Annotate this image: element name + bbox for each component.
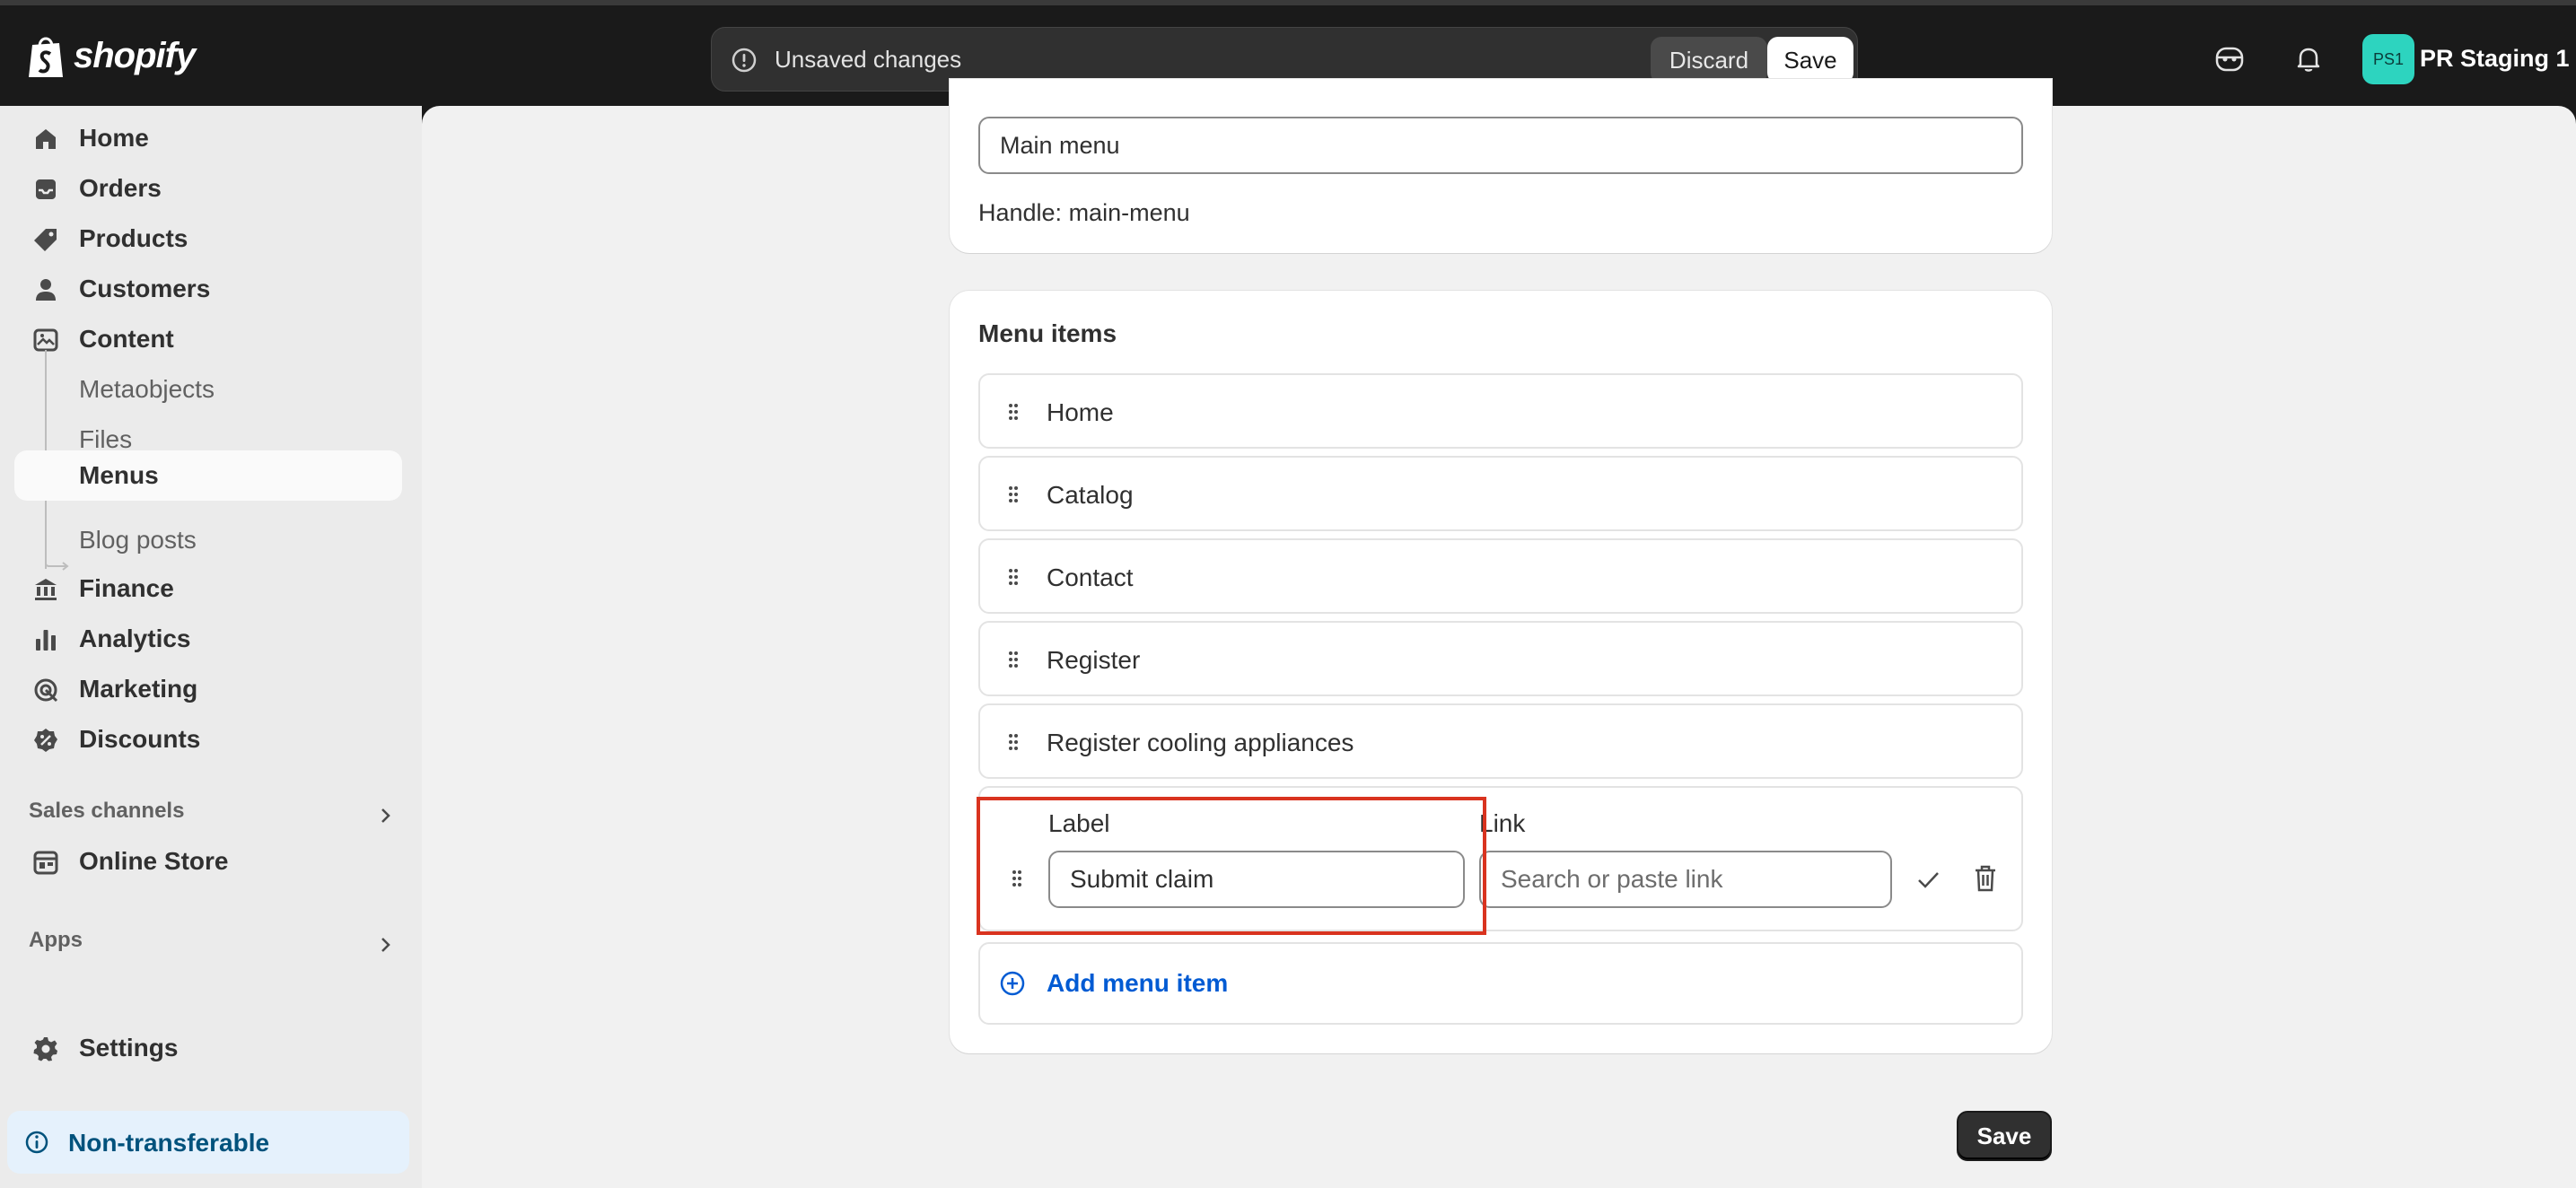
bar-chart-icon <box>36 630 56 651</box>
menu-item[interactable]: Contact <box>978 538 2023 614</box>
menu-item-label: Register cooling appliances <box>1047 729 1354 756</box>
menu-title-input[interactable]: Main menu <box>978 117 2023 174</box>
bank-icon <box>35 579 57 600</box>
sidebar-item-blog-posts[interactable]: Blog posts <box>14 515 402 565</box>
tag-icon <box>34 229 57 251</box>
gear-icon <box>33 1037 57 1061</box>
sidebar-item-label: Products <box>79 224 188 252</box>
menu-items-title: Menu items <box>978 319 1117 347</box>
sidebar-item-label: Online Store <box>79 847 229 875</box>
menu-items-card: Menu items Home Catalog Contact Register… <box>950 291 2052 1053</box>
menu-handle: Handle: main-menu <box>978 199 1190 226</box>
sidebar-item-menus[interactable]: Menus <box>14 450 402 501</box>
drag-handle-icon[interactable] <box>1007 485 1020 504</box>
menu-item[interactable]: Register <box>978 621 2023 696</box>
sidebar-item-label: Menus <box>79 461 159 489</box>
sidebar-item-products[interactable]: Products <box>14 214 402 264</box>
menu-item[interactable]: Home <box>978 373 2023 449</box>
menu-item-label: Register <box>1047 646 1141 674</box>
sidekick-icon[interactable] <box>2213 43 2246 75</box>
logo-text: shopify <box>74 35 196 75</box>
person-icon <box>36 279 56 301</box>
highlight-box <box>977 797 1486 935</box>
avatar[interactable]: PS1 <box>2362 34 2414 84</box>
sidebar-item-label: Customers <box>79 275 211 302</box>
sidebar-item-label: Metaobjects <box>79 375 215 403</box>
checkmark-icon[interactable] <box>1914 865 1942 894</box>
save-button-bottom[interactable]: Save <box>1957 1111 2052 1161</box>
unsaved-changes-text: Unsaved changes <box>775 46 962 73</box>
sales-channels-label: Sales channels <box>29 799 185 823</box>
menu-item-label: Home <box>1047 398 1114 426</box>
discard-button[interactable]: Discard <box>1651 37 1767 83</box>
menu-item[interactable]: Register cooling appliances <box>978 703 2023 779</box>
sidebar-item-label: Marketing <box>79 675 198 703</box>
shopify-bag-icon <box>29 37 63 77</box>
sidebar-item-label: Analytics <box>79 625 191 652</box>
sidebar-item-discounts[interactable]: Discounts <box>14 714 402 764</box>
inbox-icon <box>36 179 56 199</box>
add-menu-item-button[interactable]: Add menu item <box>978 942 2023 1025</box>
sidebar: Home Orders Products Customers Content M… <box>0 106 422 1188</box>
store-icon <box>33 851 58 875</box>
sidebar-item-customers[interactable]: Customers <box>14 264 402 314</box>
home-icon <box>36 129 56 149</box>
sidebar-item-label: Discounts <box>79 725 201 753</box>
sidebar-item-label: Blog posts <box>79 526 197 554</box>
menu-title-card: Main menu Handle: main-menu <box>950 79 2052 253</box>
store-name[interactable]: PR Staging 1 <box>2420 45 2570 73</box>
link-search-input[interactable] <box>1479 851 1892 908</box>
target-icon <box>34 678 58 703</box>
apps-label: Apps <box>29 928 83 952</box>
sidebar-item-analytics[interactable]: Analytics <box>14 614 402 664</box>
main-content: Main menu Handle: main-menu Menu items H… <box>422 79 2576 1188</box>
sidebar-item-orders[interactable]: Orders <box>14 163 402 214</box>
sidebar-item-label: Content <box>79 325 174 353</box>
bell-icon[interactable] <box>2292 43 2325 75</box>
drag-handle-icon[interactable] <box>1007 732 1020 752</box>
sidebar-item-label: Orders <box>79 174 162 202</box>
drag-handle-icon[interactable] <box>1007 402 1020 422</box>
chevron-right-icon[interactable] <box>375 806 395 825</box>
sidebar-item-finance[interactable]: Finance <box>14 563 402 614</box>
sidebar-item-label: Settings <box>79 1034 179 1061</box>
shopify-logo[interactable]: shopify <box>27 32 196 79</box>
drag-handle-icon[interactable] <box>1007 567 1020 587</box>
sidebar-item-content[interactable]: Content <box>14 314 402 364</box>
non-transferable-notice[interactable]: Non-transferable <box>7 1111 409 1174</box>
alert-circle-icon <box>732 48 757 73</box>
plus-circle-icon <box>1000 971 1025 996</box>
sidebar-item-home[interactable]: Home <box>14 113 402 163</box>
discount-icon <box>34 729 57 752</box>
sidebar-item-label: Home <box>79 124 149 152</box>
menu-item[interactable]: Catalog <box>978 456 2023 531</box>
trash-icon[interactable] <box>1971 863 2000 894</box>
chevron-right-icon[interactable] <box>375 935 395 955</box>
notice-text: Non-transferable <box>68 1129 270 1157</box>
menu-item-label: Catalog <box>1047 481 1134 509</box>
add-menu-item-label: Add menu item <box>1047 969 1229 997</box>
info-icon <box>25 1131 48 1154</box>
sidebar-item-settings[interactable]: Settings <box>14 1023 402 1073</box>
save-button[interactable]: Save <box>1767 37 1853 83</box>
sidebar-item-online-store[interactable]: Online Store <box>14 836 402 887</box>
menu-item-label: Contact <box>1047 563 1134 591</box>
drag-handle-icon[interactable] <box>1007 650 1020 669</box>
sidebar-item-metaobjects[interactable]: Metaobjects <box>14 364 402 415</box>
sidebar-item-marketing[interactable]: Marketing <box>14 664 402 714</box>
sidebar-item-label: Finance <box>79 574 174 602</box>
